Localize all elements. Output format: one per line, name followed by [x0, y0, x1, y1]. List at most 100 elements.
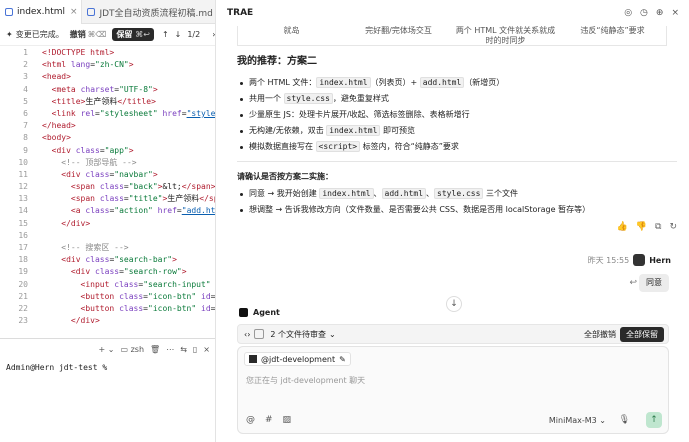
code-line: 18 <div class="search-bar"> — [0, 254, 215, 266]
keep-shortcut: ⌘↩ — [135, 30, 150, 39]
code-line: 7 </head> — [0, 120, 215, 132]
text: 、 — [426, 189, 435, 198]
review-bar: ‹› 2 个文件待审查 ⌄ 全部撤销 全部保留 — [237, 324, 669, 344]
next-change-icon[interactable]: ↓ — [175, 30, 182, 39]
inline-code: add.html — [381, 188, 427, 199]
inline-code: style.css — [434, 188, 484, 199]
context-chip[interactable]: @jdt-development ✎ — [244, 352, 351, 366]
code-text: <div class="search-bar"> — [61, 255, 177, 265]
undo-button[interactable]: 撤销 ⌘⌫ — [70, 29, 107, 40]
at-icon[interactable]: @ — [246, 415, 255, 425]
inline-code: style.css — [283, 93, 333, 104]
line-number: 14 — [18, 206, 28, 216]
close-icon[interactable]: × — [203, 345, 210, 354]
terminal-prompt[interactable]: Admin@Hern jdt-test % — [0, 363, 215, 372]
close-icon[interactable]: × — [671, 8, 679, 18]
list-item: 共用一个 style.css ，避免重复样式 — [237, 91, 677, 107]
line-number: 17 — [18, 243, 28, 252]
code-line: 9 <div class="app"> — [0, 145, 215, 157]
code-line: 20 <input class="search-input" typ — [0, 279, 215, 291]
chat-input-box[interactable]: @jdt-development ✎ 您正在与 jdt-development … — [237, 346, 669, 434]
avatar — [633, 254, 646, 266]
more-icon[interactable]: ⋯ — [166, 345, 174, 354]
scroll-down-icon[interactable]: ↓ — [446, 296, 462, 312]
message-actions: 👍 👎 ⧉ ↻ — [617, 222, 677, 232]
tab-label: JDT全自动资质流程初稿.md — [99, 8, 213, 19]
text: 两个 HTML 文件： — [249, 78, 317, 87]
keep-button[interactable]: 保留 ⌘↩ — [112, 28, 154, 41]
chevron-down-icon[interactable]: ⌄ — [329, 330, 336, 339]
changes-label: 变更已完成。 — [15, 30, 64, 39]
line-number: 18 — [18, 255, 28, 265]
code-line: 19 <div class="search-row"> — [0, 266, 215, 278]
code-text: <meta charset="UTF-8"> — [51, 84, 158, 94]
user-message-meta: 昨天 15:55 Hern — [588, 254, 671, 266]
markdown-file-icon — [87, 8, 96, 16]
text: 标签内，符合“纯静态”要求 — [360, 142, 459, 151]
table-cell: 违反“纯静态”要求 — [580, 26, 645, 35]
list-item: 两个 HTML 文件： index.html （列表页）+ add.html （新增页… — [237, 75, 677, 91]
code-line: 4 <meta charset="UTF-8"> — [0, 84, 215, 96]
text: 、 — [373, 189, 382, 198]
image-icon[interactable]: ▨ — [283, 415, 292, 425]
tab-index-html[interactable]: index.html × — [0, 0, 83, 24]
send-button[interactable]: ↑ — [646, 412, 662, 428]
line-number: 5 — [23, 96, 28, 106]
code-line: 10 <!-- 顶部导航 --> — [0, 157, 215, 169]
tab-jdt-md[interactable]: JDT全自动资质流程初稿.md — [82, 0, 215, 24]
retry-icon[interactable]: ↻ — [669, 222, 677, 232]
code-editor[interactable]: 1 <!DOCTYPE html> 2 <html lang="zh-CN"> 3 <he… — [0, 47, 216, 337]
hash-icon[interactable]: # — [265, 415, 273, 425]
table-cell: 就岛 — [283, 26, 300, 35]
line-number: 7 — [23, 121, 28, 131]
prev-change-icon[interactable]: ↑ — [162, 30, 169, 39]
context-label: @jdt-development — [261, 354, 336, 364]
html-file-icon — [5, 8, 13, 16]
keep-all-button[interactable]: 全部保留 — [620, 327, 664, 342]
mic-icon[interactable]: 🎙 — [619, 415, 630, 425]
confirm-text: 请确认是否按方案二实施： — [237, 172, 333, 181]
thumbs-down-icon[interactable]: 👎 — [636, 222, 647, 232]
trash-icon[interactable]: 🗑 — [150, 345, 160, 354]
line-number: 4 — [23, 84, 28, 94]
expand-icon[interactable]: ‹› — [244, 330, 250, 339]
code-text: <link rel="stylesheet" href="style.cs — [51, 108, 216, 118]
text: 想调整 → 告诉我修改方向（文件数量、是否需要公共 CSS、数据是否用 loca… — [249, 205, 591, 214]
more-icon[interactable]: › — [212, 30, 215, 39]
table-cell: 两个 HTML 文件就关系就成时的时同步 — [455, 26, 556, 45]
code-text: <button class="icon-btn" id="fi — [80, 303, 216, 313]
review-count[interactable]: 2 个文件待审查 — [270, 329, 326, 340]
keep-label: 保留 — [116, 30, 133, 39]
comparison-table-fragment: 就岛 完好翻/完体场交互 两个 HTML 文件就关系就成时的时同步 违反“纯静态”要求 — [237, 26, 667, 46]
code-line: 23 </div> — [0, 315, 215, 327]
terminal-shell-icon: ▭ zsh — [120, 344, 145, 354]
line-number: 22 — [18, 303, 28, 313]
revert-icon[interactable]: ↩ — [629, 278, 637, 288]
change-action-bar: ✦ 变更已完成。 撤销 ⌘⌫ 保留 ⌘↩ ↑ ↓ 1/2 › — [0, 24, 215, 46]
thumbs-up-icon[interactable]: 👍 — [617, 222, 628, 232]
add-terminal-icon[interactable]: + ⌄ — [99, 345, 115, 354]
add-icon[interactable]: ⊕ — [656, 8, 664, 18]
chat-input[interactable]: 您正在与 jdt-development 聊天 — [246, 375, 365, 386]
model-selector[interactable]: MiniMax-M3 ⌄ — [549, 416, 606, 425]
code-text: <div class="navbar"> — [61, 169, 158, 179]
model-name: MiniMax-M3 — [548, 416, 597, 425]
text: 三个文件 — [483, 189, 518, 198]
close-icon[interactable]: × — [70, 7, 78, 17]
swap-icon[interactable]: ⇆ — [180, 345, 187, 354]
line-number: 10 — [18, 157, 28, 167]
copy-icon[interactable]: ⧉ — [655, 222, 661, 232]
user-name: Hern — [649, 255, 671, 265]
history-icon[interactable]: ◷ — [640, 8, 648, 18]
split-icon[interactable]: ▯ — [193, 345, 197, 354]
code-text: <!-- 搜索区 --> — [61, 243, 129, 252]
code-text: <html lang="zh-CN"> — [42, 60, 134, 70]
code-line: 14 <a class="action" href="add.html' — [0, 205, 216, 217]
code-text: <a class="action" href="add.html' — [70, 206, 216, 216]
code-text: <span class="title">生产领料</span — [70, 194, 215, 204]
code-line: 8 <body> — [0, 132, 215, 144]
undo-all-button[interactable]: 全部撤销 — [584, 329, 616, 340]
chat-icon[interactable]: ◎ — [624, 8, 632, 18]
code-line: 15 </div> — [0, 218, 215, 230]
code-text: <div class="app"> — [51, 145, 134, 155]
